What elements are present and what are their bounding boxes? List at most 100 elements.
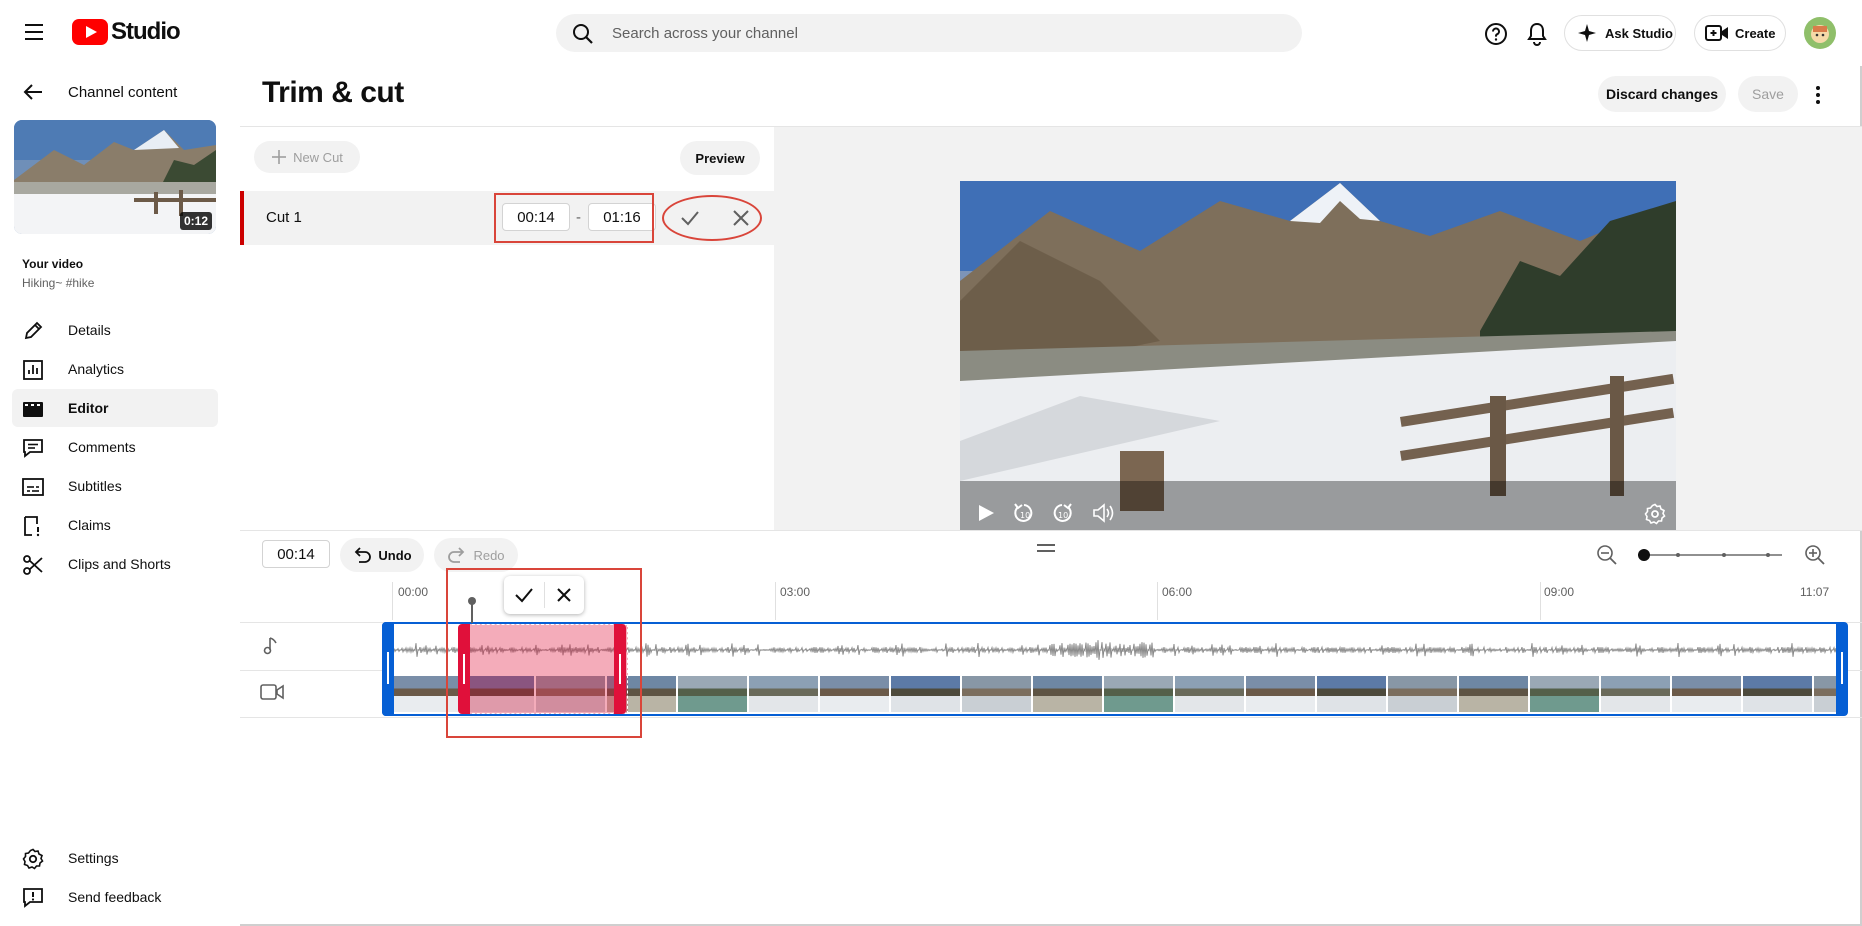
- zoom-slider-thumb[interactable]: [1638, 549, 1650, 561]
- comments-icon: [22, 437, 44, 459]
- discard-changes-button[interactable]: Discard changes: [1598, 76, 1726, 112]
- sidebar-item-settings[interactable]: Settings: [12, 839, 218, 877]
- zoom-tick: [1676, 553, 1680, 557]
- sidebar-item-label: Claims: [68, 517, 111, 533]
- create-video-icon: [1705, 23, 1729, 43]
- hamburger-menu-icon[interactable]: [24, 22, 46, 42]
- filmstrip-frame: [749, 676, 818, 712]
- zoom-in-icon[interactable]: [1804, 544, 1826, 566]
- volume-icon[interactable]: [1092, 503, 1116, 523]
- svg-text:10: 10: [1058, 511, 1068, 520]
- plus-icon: [271, 149, 287, 165]
- avatar[interactable]: [1804, 17, 1836, 49]
- ask-studio-button[interactable]: Ask Studio: [1564, 15, 1676, 51]
- save-button[interactable]: Save: [1738, 76, 1798, 112]
- back-label: Channel content: [68, 84, 178, 101]
- sidebar-item-clips-and-shorts[interactable]: Clips and Shorts: [12, 545, 218, 583]
- sidebar-item-comments[interactable]: Comments: [12, 428, 218, 466]
- video-thumbnail[interactable]: 0:12: [14, 120, 216, 234]
- handle-grip: [387, 652, 389, 684]
- zoom-slider[interactable]: [1638, 549, 1782, 561]
- rewind-10-icon[interactable]: 10: [1012, 501, 1036, 525]
- undo-label: Undo: [378, 547, 412, 563]
- zoom-tick: [1722, 553, 1726, 557]
- more-options-icon[interactable]: [1810, 84, 1826, 106]
- sidebar-item-subtitles[interactable]: Subtitles: [12, 467, 218, 505]
- filmstrip-frame: [1743, 676, 1812, 712]
- trim-end-handle[interactable]: [1836, 622, 1848, 716]
- trim-start-handle[interactable]: [382, 622, 394, 716]
- claims-icon: [22, 515, 44, 537]
- svg-text:10: 10: [1020, 511, 1030, 520]
- player-settings-gear-icon[interactable]: [1644, 503, 1666, 525]
- filmstrip-frame: [678, 676, 747, 712]
- sidebar-item-label: Editor: [68, 400, 109, 416]
- gear-icon: [22, 848, 44, 870]
- ruler-tick: [1157, 582, 1158, 620]
- redo-button[interactable]: Redo: [434, 538, 518, 572]
- ruler-label: 11:07: [1800, 585, 1830, 599]
- page-title: Trim & cut: [262, 76, 404, 109]
- search-icon: [572, 23, 594, 45]
- redo-label: Redo: [473, 547, 505, 563]
- notifications-bell-icon[interactable]: [1526, 21, 1548, 47]
- cuts-panel: New Cut Preview Cut 1 00:14 - 01:16: [240, 126, 774, 530]
- sidebar-item-label: Clips and Shorts: [68, 556, 171, 572]
- undo-button[interactable]: Undo: [340, 538, 424, 572]
- play-icon[interactable]: [976, 503, 996, 523]
- sidebar-item-send-feedback[interactable]: Send feedback: [12, 878, 218, 916]
- cut-name: Cut 1: [266, 209, 302, 226]
- redo-icon: [447, 546, 467, 564]
- filmstrip-frame: [1814, 676, 1838, 712]
- studio-logo[interactable]: Studio: [72, 18, 181, 46]
- video-title: Hiking~ #hike: [22, 276, 95, 290]
- pencil-icon: [22, 320, 44, 342]
- sidebar-item-label: Comments: [68, 439, 136, 455]
- sidebar: Channel content 0:12 Your video Hiking~ …: [0, 66, 240, 926]
- preview-panel: 10 10: [774, 126, 1862, 531]
- help-icon[interactable]: [1484, 22, 1508, 46]
- zoom-out-icon[interactable]: [1596, 544, 1618, 566]
- video-frame-image: [960, 181, 1676, 531]
- ruler-label: 09:00: [1544, 585, 1575, 599]
- ruler-tick: [392, 582, 393, 620]
- back-to-channel-content[interactable]: Channel content: [20, 78, 220, 106]
- new-cut-button[interactable]: New Cut: [254, 141, 360, 173]
- your-video-label: Your video: [22, 257, 84, 271]
- sidebar-item-claims[interactable]: Claims: [12, 506, 218, 544]
- filmstrip-frame: [1388, 676, 1457, 712]
- filmstrip-frame: [1033, 676, 1102, 712]
- forward-10-icon[interactable]: 10: [1050, 501, 1074, 525]
- sidebar-item-details[interactable]: Details: [12, 311, 218, 349]
- undo-icon: [352, 546, 372, 564]
- sidebar-item-editor[interactable]: Editor: [12, 389, 218, 427]
- filmstrip-frame: [1601, 676, 1670, 712]
- filmstrip-frame: [1530, 676, 1599, 712]
- sidebar-item-label: Analytics: [68, 361, 125, 377]
- filmstrip-frame: [1246, 676, 1315, 712]
- current-time-display: 00:14: [262, 540, 330, 568]
- ruler-tick: [1540, 582, 1541, 620]
- new-cut-label: New Cut: [293, 149, 343, 165]
- analytics-icon: [22, 359, 44, 381]
- filmstrip-frame: [820, 676, 889, 712]
- subtitles-icon: [22, 476, 44, 498]
- preview-button[interactable]: Preview: [680, 141, 760, 175]
- video-player[interactable]: 10 10: [960, 181, 1676, 531]
- search-bar[interactable]: Search across your channel: [556, 14, 1302, 52]
- sidebar-item-analytics[interactable]: Analytics: [12, 350, 218, 388]
- create-label: Create: [1735, 25, 1776, 41]
- resize-handle-icon[interactable]: [1036, 542, 1056, 554]
- ruler-tick: [775, 582, 776, 620]
- filmstrip-frame: [1672, 676, 1741, 712]
- annotation-ellipse-actions: [662, 195, 762, 241]
- ruler-label: 06:00: [1162, 585, 1193, 599]
- zoom-tick: [1766, 553, 1770, 557]
- sidebar-item-label: Subtitles: [68, 478, 122, 494]
- search-input[interactable]: Search across your channel: [612, 25, 798, 42]
- brand-name: Studio: [111, 18, 181, 45]
- filmstrip-frame: [1175, 676, 1244, 712]
- video-duration-badge: 0:12: [179, 212, 212, 230]
- sparkle-icon: [1577, 23, 1597, 43]
- create-button[interactable]: Create: [1694, 15, 1786, 51]
